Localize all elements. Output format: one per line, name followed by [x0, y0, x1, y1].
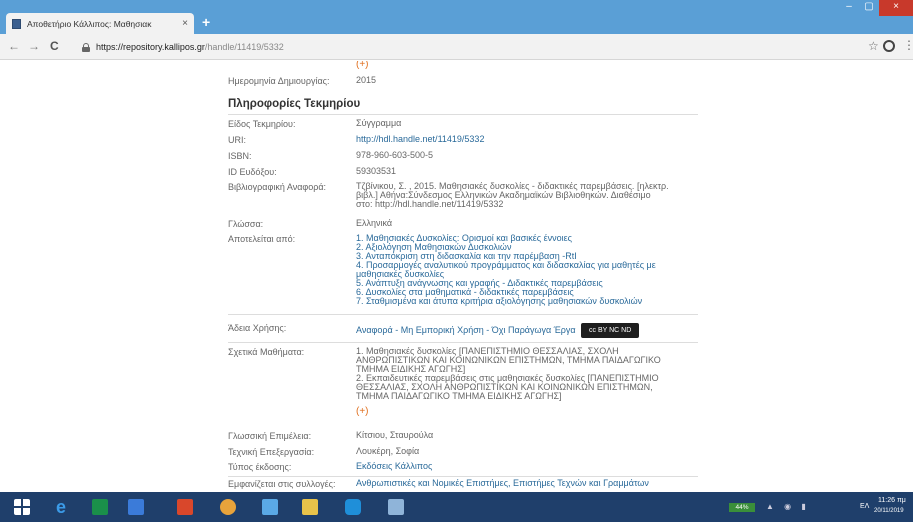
clock-time[interactable]: 11:26 πμ	[878, 497, 906, 504]
folder-icon[interactable]	[302, 499, 318, 515]
tech-label: Τεχνική Επεξεργασία:	[228, 447, 315, 457]
eudoxus-label: ID Ευδόξου:	[228, 167, 277, 177]
window-controls: – ▢ ×	[839, 0, 913, 16]
store-icon[interactable]	[92, 499, 108, 515]
close-window-button[interactable]: ×	[879, 0, 913, 16]
language-label: Γλώσσα:	[228, 219, 264, 229]
consists-label: Αποτελείται από:	[228, 234, 296, 244]
notepad-icon[interactable]	[388, 499, 404, 515]
page-content: (+) Ημερομηνία Δημιουργίας: 2015 Πληροφο…	[0, 61, 913, 492]
skype-icon[interactable]	[345, 499, 361, 515]
chapter-link[interactable]: 7. Σταθμισμένα και άτυπα κριτήρια αξιολό…	[356, 297, 698, 306]
photos-icon[interactable]	[262, 499, 278, 515]
course-list: 1. Μαθησιακές δυσκολίες [ΠΑΝΕΠΙΣΤΗΜΙΟ ΘΕ…	[356, 347, 698, 401]
tab-title: Αποθετήριο Κάλλιπος: Μαθησιακ	[27, 18, 152, 29]
browser-toolbar: ← → C https://repository.kallipos.gr /ha…	[0, 34, 913, 60]
section-title: Πληροφορίες Τεκμηρίου	[228, 98, 361, 110]
tech-value: Λουκέρη, Σοφία	[356, 446, 420, 456]
url-path: /handle/11419/5332	[204, 42, 284, 52]
pdf-reader-icon[interactable]	[177, 499, 193, 515]
divider	[228, 476, 698, 477]
expand-link[interactable]: (+)	[356, 61, 369, 70]
citation-label: Βιβλιογραφική Αναφορά:	[228, 182, 327, 192]
browser-titlebar: Αποθετήριο Κάλλιπος: Μαθησιακ × + – ▢ ×	[0, 0, 913, 34]
publisher-label: Τύπος έκδοσης:	[228, 462, 292, 472]
divider	[228, 314, 698, 315]
editor-value: Κίτσιου, Σταυρούλα	[356, 430, 434, 440]
publisher-link[interactable]: Εκδόσεις Κάλλιπος	[356, 462, 698, 471]
type-label: Είδος Τεκμηρίου:	[228, 119, 296, 129]
tab-close-icon[interactable]: ×	[182, 18, 188, 29]
reload-icon[interactable]: C	[50, 39, 59, 53]
chrome-icon[interactable]	[220, 499, 236, 515]
course-item: ΤΜΗΜΑ ΠΑΙΔΑΓΩΓΙΚΟ ΤΜΗΜΑ ΕΙΔΙΚΗΣ ΑΓΩΓΗΣ]	[356, 391, 562, 401]
editor-label: Γλωσσική Επιμέλεια:	[228, 431, 312, 441]
taskbar: e 44% ▲ ◉ ▮ ΕΛ 11:26 πμ 20/11/2019	[0, 492, 913, 522]
url-host: https://repository.kallipos.gr	[96, 42, 205, 52]
isbn-value: 978-960-603-500-5	[356, 150, 434, 160]
favicon-icon	[12, 18, 21, 29]
cc-license-icon[interactable]: cc BY NC ND	[581, 323, 640, 339]
lock-icon	[82, 42, 90, 52]
eudoxus-value: 59303531	[356, 166, 397, 176]
divider	[228, 342, 698, 343]
chapter-list: 1. Μαθησιακές Δυσκολίες: Ορισμοί και βασ…	[356, 234, 698, 306]
language-indicator[interactable]: ΕΛ	[860, 503, 869, 510]
license-label: Άδεια Χρήσης:	[228, 323, 287, 333]
maximize-button[interactable]: ▢	[859, 0, 879, 16]
battery-indicator[interactable]: 44%	[729, 503, 755, 512]
citation-line: στο: http://hdl.handle.net/11419/5332	[356, 199, 504, 209]
address-bar[interactable]: https://repository.kallipos.gr /handle/1…	[82, 38, 862, 56]
forward-icon[interactable]: →	[28, 39, 40, 53]
minimize-button[interactable]: –	[839, 0, 859, 16]
menu-icon[interactable]: ⋮	[903, 39, 913, 51]
clock-date[interactable]: 20/11/2019	[874, 508, 904, 514]
citation-value: Τζβίνικου, Σ. , 2015. Μαθησιακές δυσκολί…	[356, 182, 698, 209]
type-value: Σύγγραμμα	[356, 118, 402, 128]
isbn-label: ISBN:	[228, 151, 252, 161]
back-icon[interactable]: ←	[8, 39, 20, 53]
courses-expand-link[interactable]: (+)	[356, 406, 369, 417]
explorer-window-icon[interactable]	[128, 499, 144, 515]
new-tab-button[interactable]: +	[202, 14, 210, 30]
uri-label: URI:	[228, 135, 246, 145]
courses-label: Σχετικά Μαθήματα:	[228, 347, 305, 357]
created-value: 2015	[356, 75, 377, 85]
collections-label: Εμφανίζεται στις συλλογές:	[228, 479, 336, 489]
account-icon[interactable]	[883, 40, 895, 52]
system-tray-icons[interactable]: ▲ ◉ ▮	[766, 502, 810, 511]
created-label: Ημερομηνία Δημιουργίας:	[228, 76, 330, 86]
language-value: Ελληνικά	[356, 218, 393, 228]
divider	[228, 114, 698, 115]
bookmark-star-icon[interactable]: ☆	[868, 39, 879, 53]
collections-link[interactable]: Ανθρωπιστικές και Νομικές Επιστήμες, Επι…	[356, 479, 698, 488]
uri-link[interactable]: http://hdl.handle.net/11419/5332	[356, 135, 698, 144]
license-link[interactable]: Αναφορά - Μη Εμπορική Χρήση - Όχι Παράγω…	[356, 325, 576, 335]
license-value: Αναφορά - Μη Εμπορική Χρήση - Όχι Παράγω…	[356, 323, 698, 339]
internet-explorer-icon[interactable]: e	[56, 498, 72, 516]
windows-start-icon[interactable]	[14, 499, 30, 515]
browser-tab[interactable]: Αποθετήριο Κάλλιπος: Μαθησιακ ×	[6, 13, 194, 34]
